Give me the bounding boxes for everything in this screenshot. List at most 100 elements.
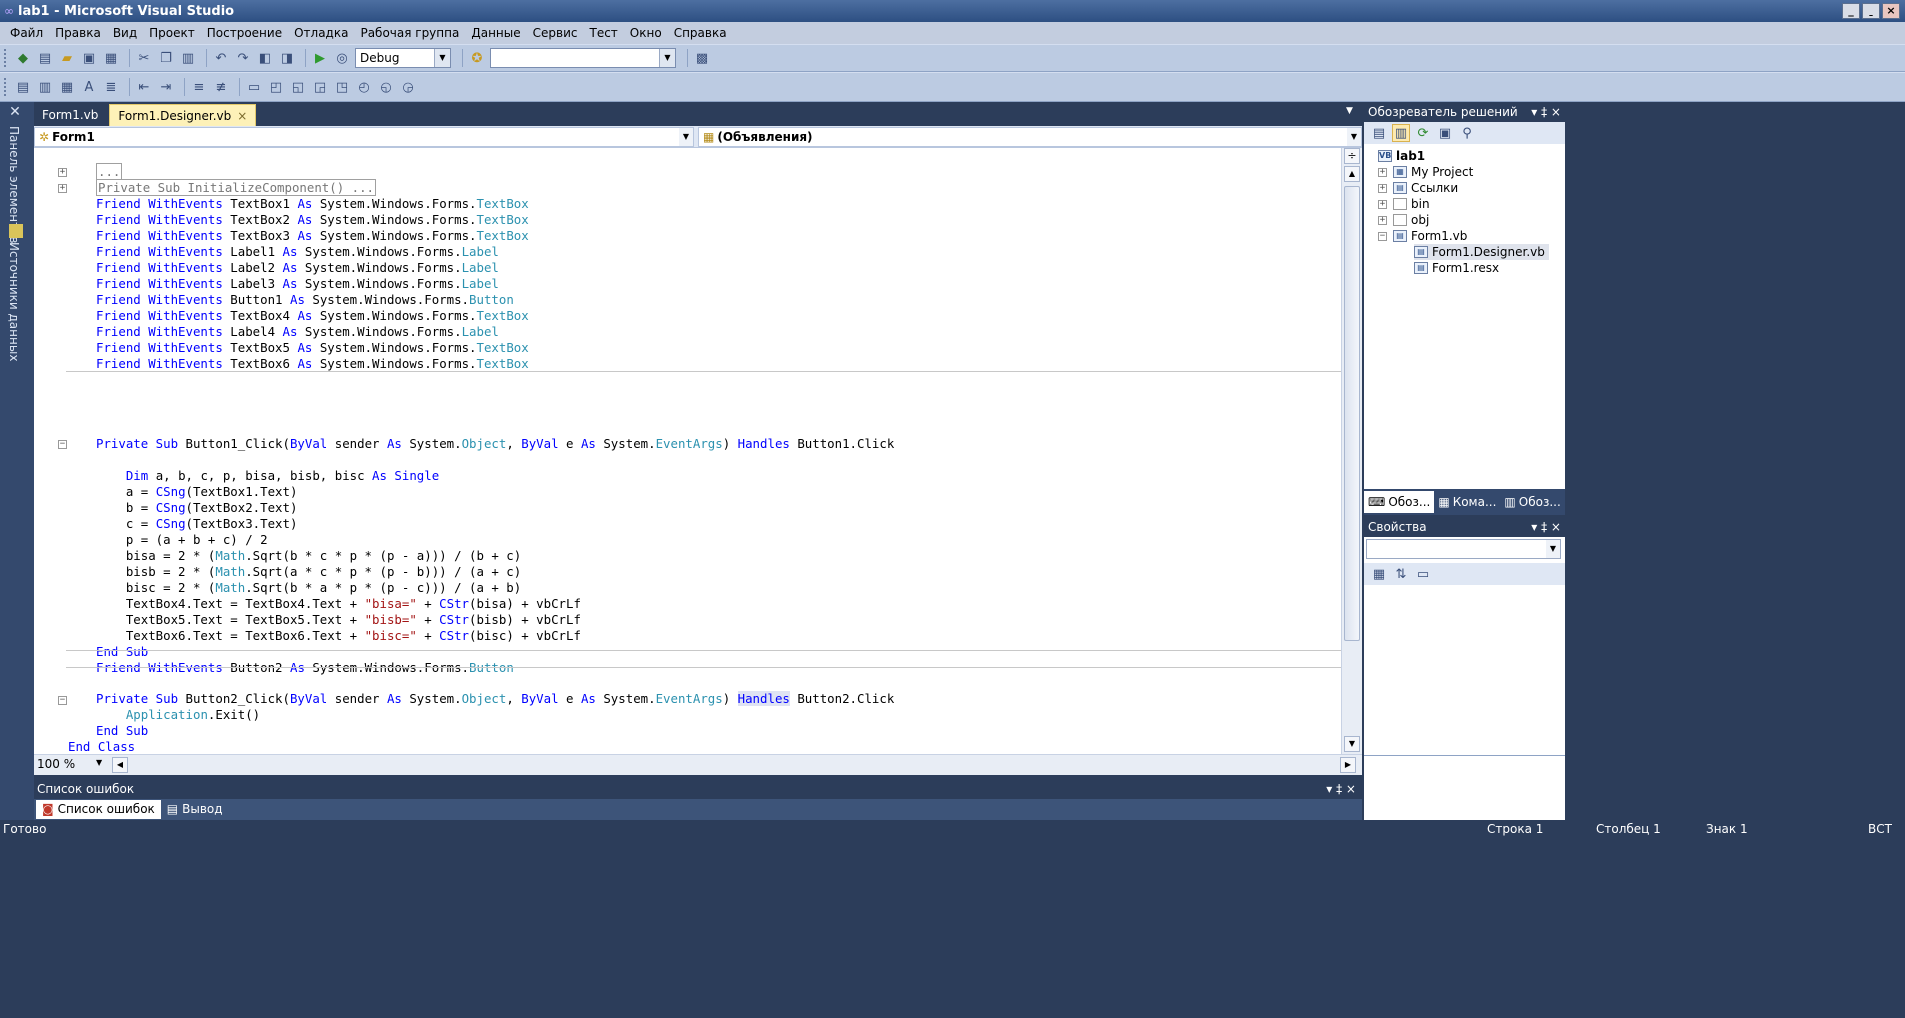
- categorized-icon[interactable]: ▦: [1370, 565, 1388, 583]
- navigate-back-icon[interactable]: ◧: [256, 49, 274, 67]
- scroll-right-icon[interactable]: ▶: [1340, 757, 1356, 773]
- object-selector[interactable]: ▼: [1366, 539, 1561, 559]
- quick-info-icon[interactable]: ▦: [58, 78, 76, 96]
- word-complete-icon[interactable]: A: [80, 78, 98, 96]
- next-bookmark-doc-icon[interactable]: ◵: [377, 78, 395, 96]
- expand-icon[interactable]: +: [1378, 183, 1387, 193]
- toggle-bookmark-icon[interactable]: ▭: [245, 78, 263, 96]
- menu-project[interactable]: Проект: [143, 26, 201, 40]
- tab-team-explorer[interactable]: ▦ Кома...: [1434, 491, 1500, 513]
- scroll-down-icon[interactable]: ▼: [1344, 736, 1360, 752]
- datasources-tab[interactable]: Источники данных: [7, 242, 21, 361]
- expand-icon[interactable]: +: [1378, 215, 1387, 225]
- menu-window[interactable]: Окно: [624, 26, 668, 40]
- collapsed-region[interactable]: ...: [96, 163, 123, 180]
- add-item-icon[interactable]: ▤: [36, 49, 54, 67]
- comment-icon[interactable]: ≡: [190, 78, 208, 96]
- open-file-icon[interactable]: ▰: [58, 49, 76, 67]
- menu-edit[interactable]: Правка: [49, 26, 107, 40]
- tree-item-lab1[interactable]: VB lab1: [1378, 148, 1425, 164]
- tree-item-form1-resx[interactable]: ▤ Form1.resx: [1414, 260, 1499, 276]
- zoom-dropdown-icon[interactable]: ▼: [96, 758, 102, 767]
- paste-icon[interactable]: ▥: [179, 49, 197, 67]
- tree-item-form1-vb[interactable]: − ▤ Form1.vb: [1378, 228, 1467, 244]
- menu-debug[interactable]: Отладка: [288, 26, 354, 40]
- prev-bookmark-folder-icon[interactable]: ◲: [311, 78, 329, 96]
- refresh-icon[interactable]: ⟳: [1414, 124, 1432, 142]
- solution-explorer-toolbar-icon[interactable]: ▩: [693, 49, 711, 67]
- decrease-indent-icon[interactable]: ⇤: [135, 78, 153, 96]
- attach-icon[interactable]: ◎: [333, 49, 351, 67]
- expand-icon[interactable]: +: [58, 184, 67, 193]
- next-bookmark-folder-icon[interactable]: ◳: [333, 78, 351, 96]
- prev-bookmark-doc-icon[interactable]: ◴: [355, 78, 373, 96]
- menu-view[interactable]: Вид: [107, 26, 143, 40]
- find-in-files-icon[interactable]: ✪: [468, 49, 486, 67]
- menu-team[interactable]: Рабочая группа: [354, 26, 465, 40]
- close-tab-icon[interactable]: ×: [237, 109, 247, 123]
- copy-icon[interactable]: ❐: [157, 49, 175, 67]
- tree-item-bin[interactable]: + bin: [1378, 196, 1430, 212]
- new-project-icon[interactable]: ◆: [14, 49, 32, 67]
- collapse-icon[interactable]: −: [1378, 231, 1387, 241]
- tree-item-references[interactable]: + ▤ Ссылки: [1378, 180, 1458, 196]
- cut-icon[interactable]: ✂: [135, 49, 153, 67]
- tab-error-list[interactable]: ◙ Список ошибок: [36, 800, 161, 819]
- tab-output[interactable]: ▤ Вывод: [161, 800, 229, 819]
- editor-vertical-scrollbar[interactable]: ÷ ▲ ▼: [1341, 148, 1362, 754]
- save-icon[interactable]: ▣: [80, 49, 98, 67]
- expand-icon[interactable]: +: [1378, 199, 1387, 209]
- menu-data[interactable]: Данные: [465, 26, 526, 40]
- expand-icon[interactable]: +: [1378, 167, 1387, 177]
- datasources-icon[interactable]: [9, 224, 23, 238]
- error-list-pin-icon[interactable]: ▾ ‡ ×: [1326, 779, 1356, 799]
- scroll-up-icon[interactable]: ▲: [1344, 166, 1360, 182]
- prev-bookmark-icon[interactable]: ◰: [267, 78, 285, 96]
- uncomment-icon[interactable]: ≢: [212, 78, 230, 96]
- menu-test[interactable]: Тест: [583, 26, 623, 40]
- menu-help[interactable]: Справка: [668, 26, 733, 40]
- object-members-icon[interactable]: ▤: [14, 78, 32, 96]
- alphabetical-icon[interactable]: ⇅: [1392, 565, 1410, 583]
- outline-icon[interactable]: ≣: [102, 78, 120, 96]
- member-combo[interactable]: ▦ (Объявления) ▼: [698, 127, 1362, 147]
- tree-item-form1-designer[interactable]: ▤ Form1.Designer.vb: [1414, 244, 1549, 260]
- collapse-icon[interactable]: −: [58, 440, 67, 449]
- properties-pin-icon[interactable]: ▾ ‡ ×: [1531, 517, 1561, 537]
- collapsed-region[interactable]: Private Sub InitializeComponent() ...: [96, 179, 377, 196]
- code-editor[interactable]: + ... + Private Sub InitializeComponent(…: [34, 148, 1341, 754]
- redo-icon[interactable]: ↷: [234, 49, 252, 67]
- increase-indent-icon[interactable]: ⇥: [157, 78, 175, 96]
- menu-build[interactable]: Построение: [201, 26, 288, 40]
- properties-icon[interactable]: ▤: [1370, 124, 1388, 142]
- tree-item-obj[interactable]: + obj: [1378, 212, 1429, 228]
- view-code-icon[interactable]: ▣: [1436, 124, 1454, 142]
- collapse-icon[interactable]: −: [58, 696, 67, 705]
- scroll-left-icon[interactable]: ◀: [112, 757, 128, 773]
- zoom-level[interactable]: 100 %: [37, 757, 75, 771]
- start-debugging-icon[interactable]: ▶: [311, 49, 329, 67]
- menu-file[interactable]: Файл: [4, 26, 49, 40]
- next-bookmark-icon[interactable]: ◱: [289, 78, 307, 96]
- property-pages-icon[interactable]: ▭: [1414, 565, 1432, 583]
- expand-icon[interactable]: +: [58, 168, 67, 177]
- class-combo[interactable]: ✲ Form1 ▼: [34, 127, 694, 147]
- tab-server-explorer[interactable]: ▥ Обоз...: [1500, 491, 1564, 513]
- tab-form1-vb[interactable]: Form1.vb: [34, 104, 106, 126]
- config-combo[interactable]: Debug ▼: [355, 48, 451, 68]
- undo-icon[interactable]: ↶: [212, 49, 230, 67]
- tree-item-my-project[interactable]: + ▦ My Project: [1378, 164, 1473, 180]
- navigate-forward-icon[interactable]: ◨: [278, 49, 296, 67]
- parameter-info-icon[interactable]: ▥: [36, 78, 54, 96]
- menu-tools[interactable]: Сервис: [527, 26, 584, 40]
- clear-bookmarks-icon[interactable]: ◶: [399, 78, 417, 96]
- platform-combo[interactable]: ▼: [490, 48, 676, 68]
- minimize-button[interactable]: _: [1842, 3, 1860, 19]
- close-button[interactable]: ×: [1882, 3, 1900, 19]
- tab-form1-designer-vb[interactable]: Form1.Designer.vb ×: [109, 104, 257, 126]
- view-designer-icon[interactable]: ⚲: [1458, 124, 1476, 142]
- toolbar-grip[interactable]: [4, 49, 8, 67]
- toolbar-grip[interactable]: [4, 78, 8, 96]
- scroll-thumb[interactable]: [1344, 186, 1360, 641]
- save-all-icon[interactable]: ▦: [102, 49, 120, 67]
